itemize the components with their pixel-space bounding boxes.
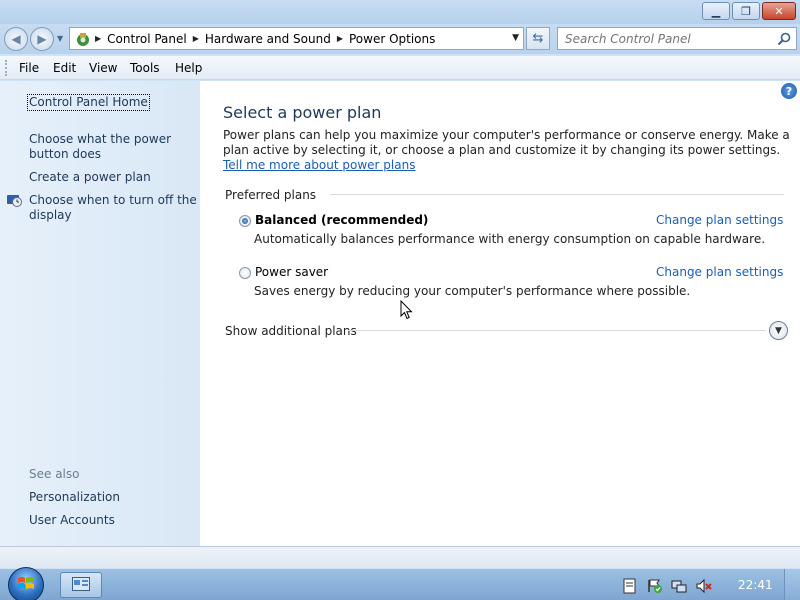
address-dropdown-icon[interactable]: ▼	[512, 33, 519, 43]
power-saver-plan-description: Saves energy by reducing your computer's…	[254, 284, 691, 298]
control-panel-icon	[74, 30, 92, 48]
search-icon[interactable]	[776, 31, 792, 47]
breadcrumb-control-panel[interactable]: Control Panel	[104, 32, 190, 46]
minimize-button[interactable]: ▁	[702, 2, 730, 20]
window-titlebar: ▁ ❐ ✕	[0, 0, 800, 24]
intro-text: Power plans can help you maximize your c…	[223, 128, 793, 173]
breadcrumb-separator-icon[interactable]: ▶	[190, 34, 202, 43]
menu-file[interactable]: File	[19, 61, 39, 75]
show-desktop-button[interactable]	[784, 569, 800, 600]
start-button[interactable]	[8, 567, 44, 600]
user-accounts-link[interactable]: User Accounts	[29, 513, 197, 528]
mouse-cursor-icon	[400, 299, 414, 320]
menu-view[interactable]: View	[89, 61, 117, 75]
breadcrumb-separator-icon[interactable]: ▶	[92, 34, 104, 43]
expand-additional-plans-button[interactable]: ▼	[769, 321, 788, 340]
breadcrumb-hardware-and-sound[interactable]: Hardware and Sound	[202, 32, 334, 46]
menu-edit[interactable]: Edit	[53, 61, 76, 75]
create-power-plan-link[interactable]: Create a power plan	[29, 170, 197, 185]
menu-help[interactable]: Help	[175, 61, 202, 75]
forward-button[interactable]: ▶	[30, 27, 54, 51]
network-icon[interactable]	[671, 578, 687, 594]
turn-off-display-link[interactable]: Choose when to turn off the display	[29, 193, 197, 223]
tell-me-more-link[interactable]: Tell me more about power plans	[223, 158, 415, 172]
power-button-link[interactable]: Choose what the power button does	[29, 132, 197, 162]
page-title: Select a power plan	[223, 103, 382, 122]
back-button[interactable]: ◀	[4, 27, 28, 51]
navigation-bar: ◀ ▶ ▼ ▶ Control Panel ▶ Hardware and Sou…	[0, 24, 800, 54]
volume-muted-icon[interactable]	[696, 578, 712, 594]
close-button[interactable]: ✕	[762, 2, 796, 20]
power-saver-plan-name[interactable]: Power saver	[255, 265, 328, 279]
intro-body: Power plans can help you maximize your c…	[223, 128, 790, 157]
breadcrumb-power-options[interactable]: Power Options	[346, 32, 438, 46]
taskbar: 22:41	[0, 567, 800, 600]
menu-grip	[5, 60, 7, 76]
task-pane: Control Panel Home Choose what the power…	[0, 81, 200, 546]
change-power-saver-plan-link[interactable]: Change plan settings	[656, 265, 783, 279]
recent-pages-chevron-icon[interactable]: ▼	[57, 34, 63, 43]
balanced-plan-name[interactable]: Balanced (recommended)	[255, 213, 428, 227]
preferred-plans-heading: Preferred plans	[225, 188, 325, 202]
maximize-button[interactable]: ❐	[732, 2, 760, 20]
breadcrumb-separator-icon[interactable]: ▶	[334, 34, 346, 43]
windows-logo-icon	[16, 574, 36, 597]
action-center-icon[interactable]	[622, 578, 638, 594]
system-clock[interactable]: 22:41	[738, 578, 773, 592]
control-panel-window-icon	[72, 576, 90, 594]
display-timer-icon	[6, 192, 22, 208]
back-arrow-icon: ◀	[11, 32, 21, 46]
menu-tools[interactable]: Tools	[130, 61, 160, 75]
search-input[interactable]	[558, 28, 770, 49]
balanced-plan-description: Automatically balances performance with …	[254, 232, 766, 246]
personalization-link[interactable]: Personalization	[29, 490, 197, 505]
search-box[interactable]	[557, 27, 797, 50]
refresh-button[interactable]: ⇆	[526, 27, 550, 50]
section-divider	[330, 194, 784, 195]
taskbar-control-panel-button[interactable]	[60, 572, 102, 598]
status-bar	[0, 546, 800, 568]
change-balanced-plan-link[interactable]: Change plan settings	[656, 213, 783, 227]
balanced-plan-radio[interactable]	[239, 215, 251, 227]
additional-plans-heading[interactable]: Show additional plans	[225, 324, 365, 338]
section-divider	[348, 330, 766, 331]
menu-bar: File Edit View Tools Help	[0, 56, 800, 80]
main-content: ? Select a power plan Power plans can he…	[200, 81, 800, 546]
close-icon: ✕	[774, 4, 784, 18]
refresh-icon: ⇆	[532, 31, 544, 46]
security-flag-icon[interactable]	[647, 578, 663, 594]
address-bar[interactable]: ▶ Control Panel ▶ Hardware and Sound ▶ P…	[69, 27, 524, 50]
help-icon[interactable]: ?	[781, 83, 797, 99]
control-panel-home-link[interactable]: Control Panel Home	[27, 94, 150, 111]
forward-arrow-icon: ▶	[37, 32, 47, 46]
power-saver-plan-radio[interactable]	[239, 267, 251, 279]
see-also-heading: See also	[29, 467, 80, 481]
minimize-icon: ▁	[711, 4, 721, 18]
chevron-down-icon: ▼	[775, 325, 782, 336]
maximize-icon: ❐	[741, 4, 751, 18]
